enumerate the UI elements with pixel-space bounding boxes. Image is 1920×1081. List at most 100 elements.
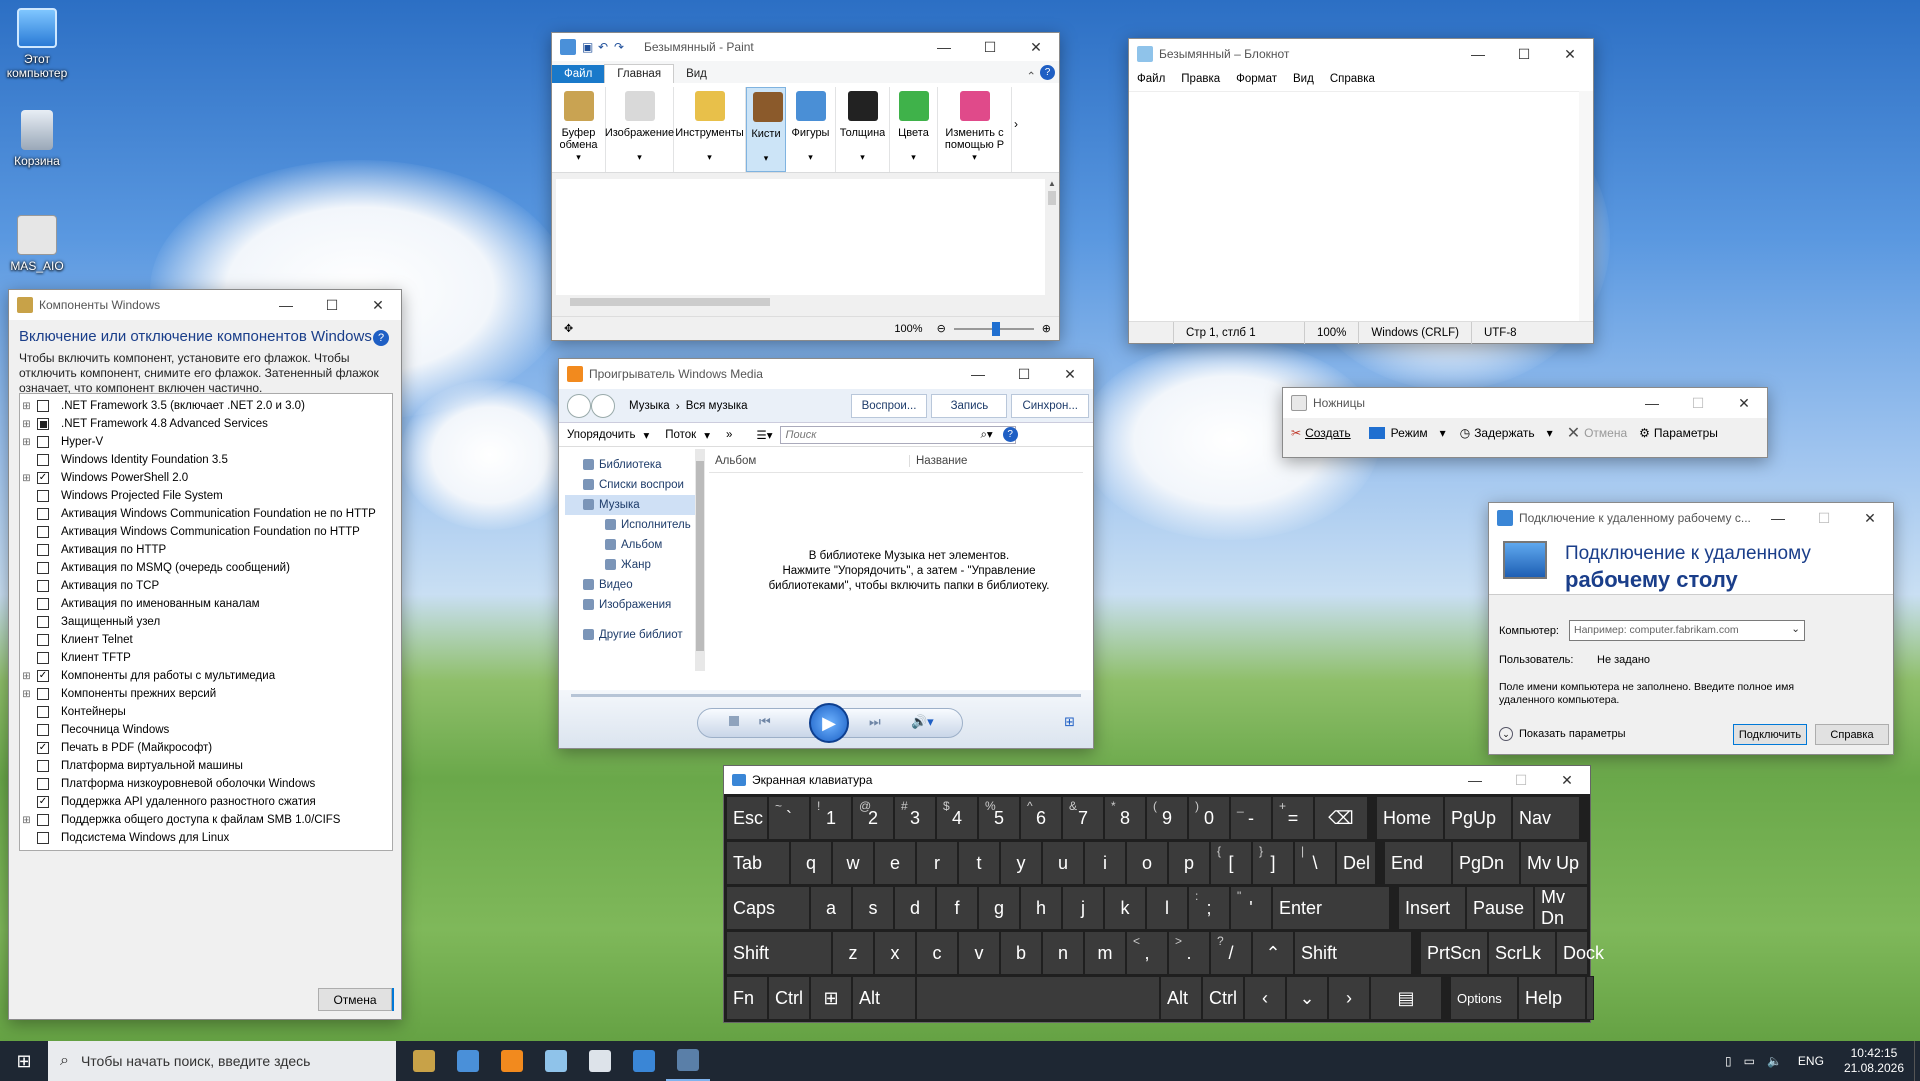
connect-button[interactable]: Подключить — [1733, 724, 1807, 745]
feature-checkbox[interactable] — [37, 832, 49, 844]
taskbar-search[interactable]: ⌕ Чтобы начать поиск, введите здесь — [48, 1041, 396, 1081]
computer-input[interactable]: Например: computer.fabrikam.com — [1574, 624, 1739, 636]
view-options-icon[interactable]: ☰▾ — [748, 428, 780, 442]
key[interactable]: ⌃ — [1252, 931, 1294, 975]
key[interactable]: Ctrl — [1202, 976, 1244, 1020]
close-icon[interactable]: ✕ — [1013, 32, 1059, 62]
feature-checkbox[interactable] — [37, 724, 49, 736]
feature-checkbox[interactable] — [37, 778, 49, 790]
new-snip-button[interactable]: ✂ Создать — [1291, 426, 1351, 440]
feature-checkbox[interactable] — [37, 580, 49, 592]
zoom-in-icon[interactable]: ⊕ — [1040, 318, 1059, 340]
key[interactable]: {[ — [1210, 841, 1252, 885]
key[interactable]: ▤ — [1370, 976, 1442, 1020]
key[interactable]: w — [832, 841, 874, 885]
close-icon[interactable]: ✕ — [355, 290, 401, 320]
key[interactable]: t — [958, 841, 1000, 885]
menu-item[interactable]: Формат — [1228, 73, 1285, 85]
feature-row[interactable]: ⊞ .NET Framework 4.8 Advanced Services — [20, 415, 392, 433]
taskbar-app-remote-desktop[interactable] — [622, 1041, 666, 1081]
network-icon[interactable]: ▭ — [1738, 1054, 1761, 1068]
key[interactable]: ~ ` — [768, 796, 810, 840]
library-item[interactable]: Библиотека — [565, 455, 695, 475]
feature-row[interactable]: Windows Projected File System — [20, 487, 392, 505]
save-icon[interactable]: ▣ — [582, 40, 598, 54]
chevron-down-icon[interactable]: ⌄ — [1791, 623, 1800, 635]
feature-row[interactable]: Защищенный узел — [20, 613, 392, 631]
maximize-icon[interactable]: ☐ — [967, 32, 1013, 62]
expand-icon[interactable]: ⊞ — [20, 815, 33, 826]
key[interactable]: #3 — [894, 796, 936, 840]
feature-checkbox[interactable] — [37, 508, 49, 520]
key[interactable]: z — [832, 931, 874, 975]
next-icon[interactable]: ⏭ — [869, 714, 881, 730]
seek-bar[interactable] — [571, 694, 1081, 697]
taskbar-app-paint[interactable] — [446, 1041, 490, 1081]
tab-file[interactable]: Файл — [552, 65, 605, 83]
feature-checkbox[interactable] — [37, 670, 49, 682]
expand-icon[interactable]: ⊞ — [20, 419, 33, 430]
key[interactable]: Esc — [726, 796, 768, 840]
key[interactable]: k — [1104, 886, 1146, 930]
feature-row[interactable]: ⊞ Hyper-V — [20, 433, 392, 451]
ribbon-group-6[interactable]: Толщина ▾ — [836, 87, 890, 172]
key[interactable]: Home — [1376, 796, 1444, 840]
key[interactable] — [916, 976, 1160, 1020]
feature-row[interactable]: ⊞ Компоненты прежних версий — [20, 685, 392, 703]
taskbar-app-features[interactable] — [402, 1041, 446, 1081]
key[interactable]: Mv Up — [1520, 841, 1588, 885]
key[interactable]: @2 — [852, 796, 894, 840]
taskbar-app-keyboard[interactable] — [666, 1041, 710, 1081]
key[interactable]: c — [916, 931, 958, 975]
key[interactable]: x — [874, 931, 916, 975]
feature-checkbox[interactable] — [37, 616, 49, 628]
library-scrollbar[interactable] — [695, 449, 705, 671]
show-desktop-button[interactable] — [1914, 1041, 1920, 1081]
desktop-icon-mas-aio[interactable]: MAS_AIO — [0, 215, 74, 273]
minimize-icon[interactable]: — — [921, 32, 967, 62]
feature-checkbox[interactable] — [37, 742, 49, 754]
maximize-icon[interactable]: ☐ — [309, 290, 355, 320]
key[interactable]: >. — [1168, 931, 1210, 975]
help-button[interactable]: Справка — [1815, 724, 1889, 745]
expand-icon[interactable]: ⊞ — [20, 671, 33, 682]
ribbon-scroll-right-icon[interactable]: › — [1012, 87, 1020, 172]
breadcrumb-all-music[interactable]: Вся музыка — [686, 400, 748, 412]
feature-checkbox[interactable] — [37, 562, 49, 574]
collapse-ribbon-icon[interactable]: ⌃ — [1022, 69, 1040, 83]
key[interactable]: | \ — [1294, 841, 1336, 885]
ribbon-group-5[interactable]: Фигуры ▾ — [786, 87, 836, 172]
library-item[interactable]: Альбом — [565, 535, 695, 555]
key[interactable]: i — [1084, 841, 1126, 885]
key[interactable]: ScrLk — [1488, 931, 1556, 975]
switch-to-now-playing-icon[interactable]: ⊞ — [1064, 714, 1075, 730]
text-area[interactable] — [1129, 91, 1579, 321]
close-icon[interactable]: ✕ — [1847, 503, 1893, 533]
taskbar-app-notepad[interactable] — [534, 1041, 578, 1081]
feature-row[interactable]: Платформа низкоуровневой оболочки Window… — [20, 775, 392, 793]
clock[interactable]: 10:42:15 21.08.2026 — [1834, 1046, 1914, 1076]
key[interactable]: ^ 6 — [1020, 796, 1062, 840]
expand-icon[interactable]: ⊞ — [20, 401, 33, 412]
volume-icon[interactable]: 🔊▾ — [911, 714, 934, 730]
ribbon-group-2[interactable]: Изображение ▾ — [605, 87, 674, 172]
help-icon[interactable]: ? — [1040, 65, 1055, 80]
key[interactable]: $4 — [936, 796, 978, 840]
ribbon-group-3[interactable]: Инструменты ▾ — [674, 87, 746, 172]
feature-checkbox[interactable] — [37, 796, 49, 808]
library-item[interactable]: Списки воспрои — [565, 475, 695, 495]
desktop-icon-this-pc[interactable]: Этот компьютер — [0, 8, 74, 80]
key[interactable]: g — [978, 886, 1020, 930]
feature-checkbox[interactable] — [37, 526, 49, 538]
close-icon[interactable]: ✕ — [1721, 388, 1767, 418]
taskbar-app-snipping[interactable] — [578, 1041, 622, 1081]
key[interactable]: _ - — [1230, 796, 1272, 840]
key[interactable]: f — [936, 886, 978, 930]
minimize-icon[interactable]: — — [1452, 765, 1498, 795]
tab-burn[interactable]: Запись — [931, 393, 1008, 418]
key[interactable]: r — [916, 841, 958, 885]
menu-item[interactable]: Вид — [1285, 73, 1322, 85]
previous-icon[interactable]: ⏮ — [759, 714, 771, 730]
key[interactable]: Enter — [1272, 886, 1390, 930]
feature-row[interactable]: Windows Identity Foundation 3.5 — [20, 451, 392, 469]
